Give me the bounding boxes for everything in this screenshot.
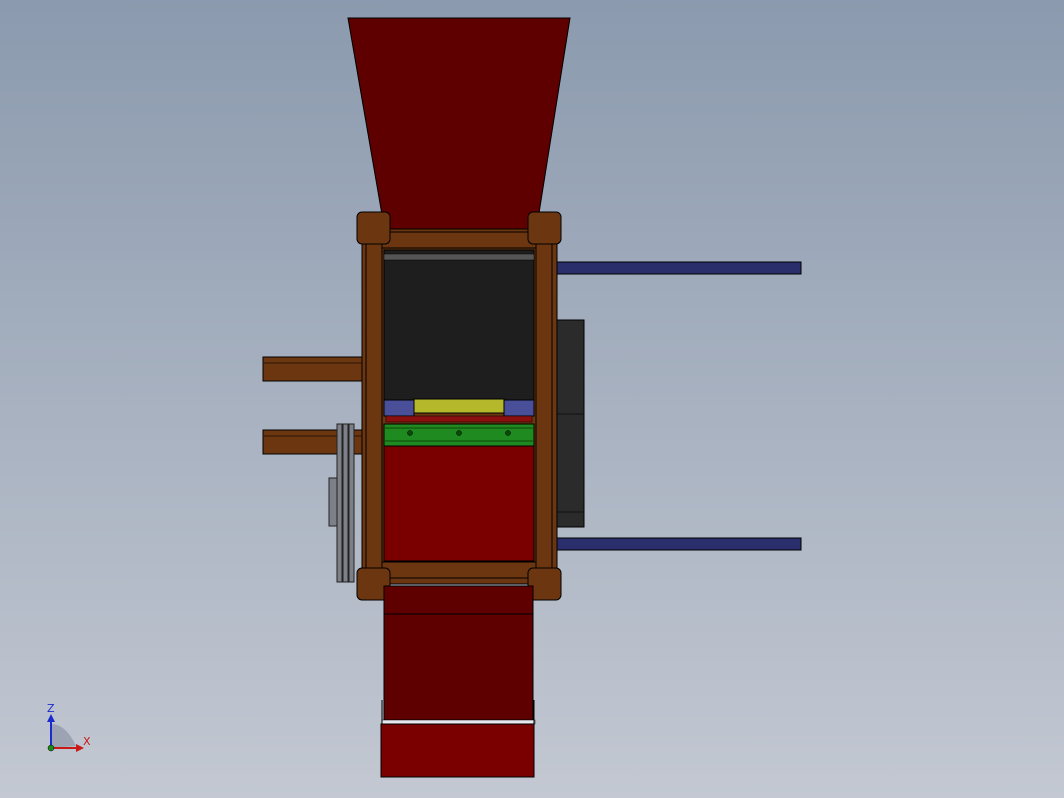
triad-x-label: X [83, 735, 91, 748]
assembly-model[interactable]: Z X [0, 0, 1064, 798]
frame-top-bar [381, 231, 537, 249]
pulley-disc-1[interactable] [336, 423, 343, 583]
orientation-triad: Z X [47, 702, 91, 752]
rod-upper[interactable] [554, 261, 802, 275]
cad-viewport[interactable]: Z X [0, 0, 1064, 798]
top-hopper[interactable] [347, 17, 571, 233]
thin-red-strip [385, 415, 533, 423]
triad-z-arrowhead [47, 714, 55, 722]
frame-bottom-bar [381, 561, 537, 579]
corner-block-top-right[interactable] [527, 211, 562, 245]
bolt-3 [505, 430, 511, 436]
blue-block-right[interactable] [503, 399, 535, 417]
discharge-gap [381, 719, 536, 725]
chamber-top-lip [383, 253, 535, 261]
discharge-chute-lower[interactable] [380, 723, 535, 778]
pulley-disc-2[interactable] [342, 423, 349, 583]
bolt-1 [407, 430, 413, 436]
corner-block-top-left[interactable] [356, 211, 391, 245]
frame-left-bar [365, 242, 383, 570]
frame-right-bar [535, 242, 553, 570]
triad-shadow [51, 724, 76, 748]
pulley-disc-3[interactable] [348, 423, 355, 583]
blue-block-left[interactable] [383, 399, 415, 417]
inner-chamber [383, 249, 535, 401]
discharge-chute-mid[interactable] [383, 613, 534, 721]
triad-origin-dot [47, 744, 55, 752]
lower-chamber [383, 445, 535, 562]
triad-z-label: Z [47, 702, 55, 715]
bolt-2 [456, 430, 462, 436]
motor-block[interactable] [555, 319, 585, 528]
discharge-chute-upper[interactable] [383, 585, 534, 615]
left-beam-upper[interactable] [262, 356, 363, 382]
rod-lower[interactable] [554, 537, 802, 551]
yellow-plate[interactable] [413, 398, 505, 414]
